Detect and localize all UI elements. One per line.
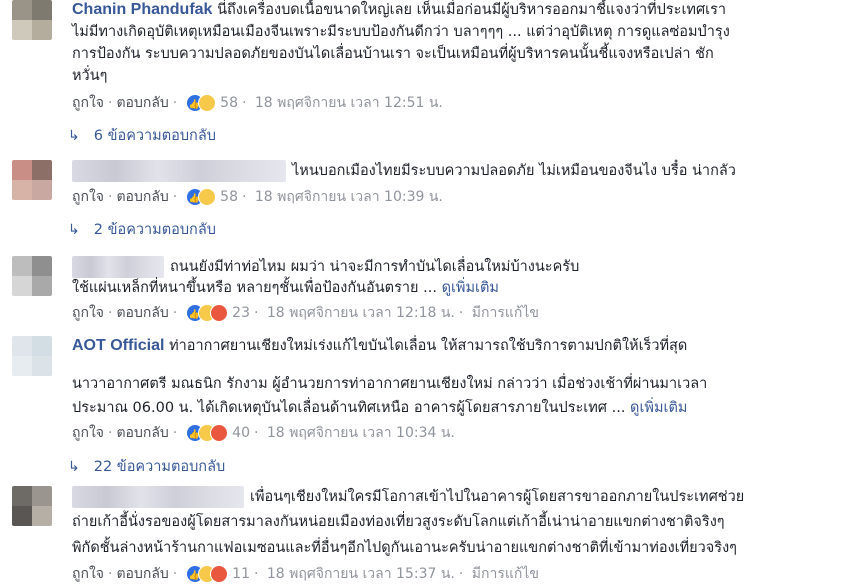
- reactions[interactable]: [185, 565, 228, 586]
- comment-text-line: หวั่นๆ: [72, 68, 108, 84]
- comment-text-line: ไหนบอกเมืองไทยมีระบบความปลอดภัย ไม่เหมือ…: [292, 163, 736, 179]
- comment-text-line: การป้องกัน ระบบความปลอดภัยของบันไดเลื่อน…: [72, 46, 714, 62]
- angry-reaction-icon: [209, 424, 228, 442]
- like-link[interactable]: ถูกใจ: [72, 425, 104, 441]
- comment-text-line: พิกัดชั้นล่างหน้าร้านกาแฟอเมซอนและที่อื่…: [72, 540, 737, 556]
- like-link[interactable]: ถูกใจ: [72, 305, 104, 321]
- avatar[interactable]: [12, 336, 52, 376]
- view-replies-link[interactable]: ↳ 2 ข้อความตอบกลับ: [68, 218, 216, 241]
- comment-actions: ถูกใจ·ตอบกลับ· 23· 18 พฤศจิกายน เวลา 12:…: [72, 303, 539, 325]
- comment-first-line: AOT Official ท่าอากาศยานเชียงใหม่เร่งแก้…: [72, 336, 687, 356]
- comment-text-line: นาวาอากาศตรี มณธนิก รักงาม ผู้อำนวยการท่…: [72, 376, 708, 392]
- reply-link[interactable]: ตอบกลับ: [116, 305, 168, 321]
- comment-first-line: ไหนบอกเมืองไทยมีระบบความปลอดภัย ไม่เหมือ…: [72, 160, 736, 182]
- author-name-blurred[interactable]: [72, 256, 164, 278]
- comment-first-line: Chanin Phandufak นี่ถึงเครื่องบดเนื้อขนา…: [72, 0, 726, 20]
- avatar[interactable]: [12, 256, 52, 296]
- replies-label: 6 ข้อความตอบกลับ: [93, 128, 216, 144]
- author-name-blurred[interactable]: [72, 160, 286, 182]
- comment-last-line: ประมาณ 06.00 น. ได้เกิดเหตุบันไดเลื่อนด้…: [72, 398, 687, 418]
- reply-link[interactable]: ตอบกลับ: [116, 95, 168, 111]
- reply-arrow-icon: ↳: [68, 459, 80, 475]
- comment-actions: ถูกใจ·ตอบกลับ· 58· 18 พฤศจิกายน เวลา 10:…: [72, 187, 443, 209]
- reaction-count[interactable]: 58: [220, 189, 238, 205]
- comment-first-line: เพื่อนๆเชียงใหม่ใครมีโอกาสเข้าไปในอาคารผ…: [72, 486, 744, 508]
- reply-link[interactable]: ตอบกลับ: [116, 566, 168, 582]
- comment-first-line: ถนนยังมีท่าท่อไหม ผมว่า น่าจะมีการทำบันไ…: [72, 256, 579, 278]
- author-name-blurred[interactable]: [72, 486, 244, 508]
- reaction-count[interactable]: 11: [232, 566, 250, 582]
- comment-actions: ถูกใจ·ตอบกลับ· 40· 18 พฤศจิกายน เวลา 10:…: [72, 423, 455, 445]
- comment-actions: ถูกใจ·ตอบกลับ· 11· 18 พฤศจิกายน เวลา 15:…: [72, 564, 539, 586]
- timestamp[interactable]: 18 พฤศจิกายน เวลา 12:51 น.: [255, 95, 443, 111]
- reaction-count[interactable]: 40: [232, 425, 250, 441]
- replies-label: 2 ข้อความตอบกลับ: [93, 222, 216, 238]
- comment-text-line: ท่าอากาศยานเชียงใหม่เร่งแก้ไขบันไดเลื่อน…: [169, 338, 688, 354]
- reactions[interactable]: [185, 94, 216, 115]
- angry-reaction-icon: [209, 304, 228, 322]
- reply-arrow-icon: ↳: [68, 128, 80, 144]
- comment-text-line: เพื่อนๆเชียงใหม่ใครมีโอกาสเข้าไปในอาคารผ…: [250, 489, 745, 505]
- comment-text-line: ประมาณ 06.00 น. ได้เกิดเหตุบันไดเลื่อนด้…: [72, 400, 626, 416]
- haha-reaction-icon: [197, 94, 216, 112]
- see-more-link[interactable]: ดูเพิ่มเติม: [630, 400, 687, 416]
- comment-text-line: ถ่ายเก้าอี้นั่งรอของผู้โดยสารมาลงกันหน่อ…: [72, 514, 725, 530]
- author-name[interactable]: AOT Official: [72, 337, 164, 354]
- like-link[interactable]: ถูกใจ: [72, 566, 104, 582]
- angry-reaction-icon: [209, 565, 228, 583]
- reaction-count[interactable]: 58: [220, 95, 238, 111]
- reactions[interactable]: [185, 188, 216, 209]
- haha-reaction-icon: [197, 188, 216, 206]
- like-link[interactable]: ถูกใจ: [72, 95, 104, 111]
- comment-second-line: ใช้แผ่นเหล็กที่หนาขึ้นหรือ หลายๆชั้นเพื่…: [72, 278, 499, 298]
- avatar[interactable]: [12, 160, 52, 200]
- like-link[interactable]: ถูกใจ: [72, 189, 104, 205]
- timestamp[interactable]: 18 พฤศจิกายน เวลา 10:39 น.: [255, 189, 443, 205]
- avatar[interactable]: [12, 0, 52, 40]
- comment-text-line: นี่ถึงเครื่องบดเนื้อขนาดใหญ่เลย เห็นเมื่…: [217, 2, 727, 18]
- view-replies-link[interactable]: ↳ 22 ข้อความตอบกลับ: [68, 455, 225, 478]
- comment-actions: ถูกใจ·ตอบกลับ· 58· 18 พฤศจิกายน เวลา 12:…: [72, 93, 443, 115]
- timestamp[interactable]: 18 พฤศจิกายน เวลา 15:37 น.: [267, 566, 455, 582]
- timestamp[interactable]: 18 พฤศจิกายน เวลา 12:18 น.: [267, 305, 455, 321]
- reply-link[interactable]: ตอบกลับ: [116, 189, 168, 205]
- see-more-link[interactable]: ดูเพิ่มเติม: [442, 280, 499, 296]
- comment-text-line: ใช้แผ่นเหล็กที่หนาขึ้นหรือ หลายๆชั้นเพื่…: [72, 280, 437, 296]
- avatar[interactable]: [12, 486, 52, 526]
- replies-label: 22 ข้อความตอบกลับ: [93, 459, 226, 475]
- edited-label[interactable]: มีการแก้ไข: [472, 566, 539, 582]
- comment-text-line: ถนนยังมีท่าท่อไหม ผมว่า น่าจะมีการทำบันไ…: [170, 259, 580, 275]
- reactions[interactable]: [185, 304, 228, 325]
- comment-text-line: ไม่มีทางเกิดอุบัติเหตุเหมือนเมืองจีนเพรา…: [72, 24, 730, 40]
- timestamp[interactable]: 18 พฤศจิกายน เวลา 10:34 น.: [267, 425, 455, 441]
- reactions[interactable]: [185, 424, 228, 445]
- view-replies-link[interactable]: ↳ 6 ข้อความตอบกลับ: [68, 124, 216, 147]
- edited-label[interactable]: มีการแก้ไข: [472, 305, 539, 321]
- reaction-count[interactable]: 23: [232, 305, 250, 321]
- author-name[interactable]: Chanin Phandufak: [72, 1, 212, 18]
- reply-arrow-icon: ↳: [68, 222, 80, 238]
- reply-link[interactable]: ตอบกลับ: [116, 425, 168, 441]
